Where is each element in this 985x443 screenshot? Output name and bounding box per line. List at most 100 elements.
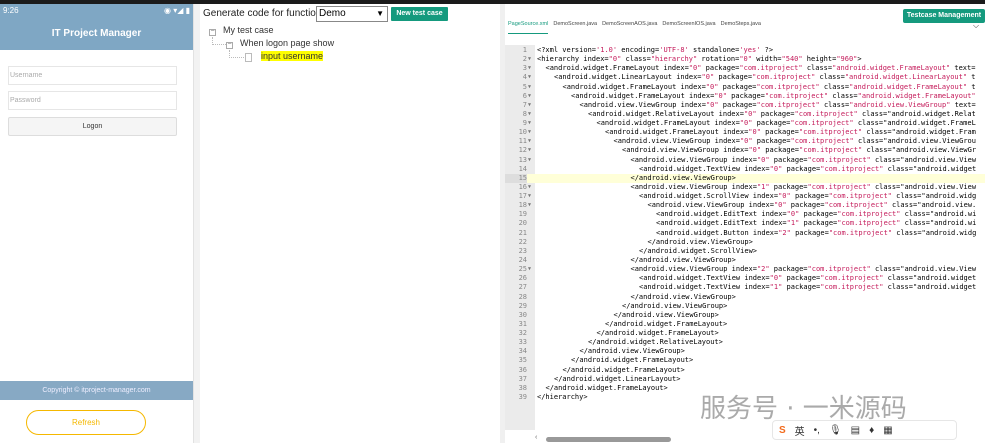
- code-line[interactable]: 31 </android.widget.FrameLayout>: [505, 320, 985, 329]
- apps-icon[interactable]: ▦: [883, 425, 892, 436]
- code-line[interactable]: 20 <android.widget.EditText index="1" pac…: [505, 219, 985, 228]
- refresh-button[interactable]: Refresh: [26, 410, 146, 435]
- collapse-icon[interactable]: −: [209, 28, 216, 36]
- fold-arrow-icon[interactable]: ▼: [528, 137, 531, 146]
- fold-arrow-icon[interactable]: ▼: [528, 119, 531, 128]
- code-line[interactable]: 14 <android.widget.TextView index="0" pac…: [505, 165, 985, 174]
- line-number: 12: [518, 146, 527, 155]
- line-number: 30: [518, 310, 527, 319]
- skin-icon[interactable]: ♦: [869, 425, 874, 436]
- status-time: 9:26: [3, 5, 19, 15]
- code-line[interactable]: 19 <android.widget.EditText index="0" pac…: [505, 210, 985, 219]
- code-line[interactable]: 16 ▼ <android.view.ViewGroup index="1" pac…: [505, 183, 985, 192]
- code-line[interactable]: 10 ▼ <android.widget.FrameLayout index="0"…: [505, 128, 985, 137]
- code-line[interactable]: 11 ▼ <android.view.ViewGroup index="0" pac…: [505, 137, 985, 146]
- code-line[interactable]: 27 <android.widget.TextView index="1" pac…: [505, 283, 985, 292]
- scrollbar-thumb[interactable]: [546, 437, 671, 442]
- code-line[interactable]: 7 ▼ <android.view.ViewGroup index="0" pack…: [505, 101, 985, 110]
- code-line[interactable]: 2 ▼ <hierarchy index="0" class="hierarchy"…: [505, 55, 985, 64]
- code-line[interactable]: 33 </android.widget.RelativeLayout>: [505, 338, 985, 347]
- panel-divider[interactable]: [193, 4, 200, 443]
- fold-arrow-icon[interactable]: ▼: [528, 73, 531, 82]
- code-line[interactable]: 1 <?xml version='1.0' encoding='UTF-8' st…: [505, 46, 985, 55]
- code-line[interactable]: 35 </android.widget.FrameLayout>: [505, 356, 985, 365]
- chevron-down-icon[interactable]: ⌵: [973, 21, 979, 31]
- tab-demoscreen-java[interactable]: DemoScreen.java: [553, 21, 597, 34]
- code-editor[interactable]: 1 <?xml version='1.0' encoding='UTF-8' st…: [505, 45, 985, 430]
- code-text: <android.widget.Button index="2" package…: [656, 228, 977, 237]
- code-text: <android.widget.TextView index="0" packa…: [639, 164, 977, 173]
- code-text: </android.widget.LinearLayout>: [554, 374, 681, 383]
- code-line[interactable]: 22 </android.view.ViewGroup>: [505, 238, 985, 247]
- line-number: 34: [518, 347, 527, 356]
- code-text: </android.widget.ScrollView>: [639, 246, 758, 255]
- password-input[interactable]: Password: [8, 91, 177, 110]
- file-icon: [245, 53, 252, 62]
- code-line[interactable]: 9 ▼ <android.widget.FrameLayout index="0" …: [505, 119, 985, 128]
- code-line[interactable]: 17 ▼ <android.widget.ScrollView index="0" …: [505, 192, 985, 201]
- fold-arrow-icon[interactable]: ▼: [528, 201, 531, 210]
- fold-arrow-icon[interactable]: ▼: [528, 146, 531, 155]
- collapse-icon[interactable]: −: [226, 41, 233, 49]
- fold-arrow-icon[interactable]: ▼: [528, 55, 531, 64]
- code-line[interactable]: 24 </android.view.ViewGroup>: [505, 256, 985, 265]
- code-line[interactable]: 28 </android.view.ViewGroup>: [505, 293, 985, 302]
- microphone-icon[interactable]: 🎙: [829, 425, 842, 436]
- code-text: <android.view.ViewGroup index="1" packag…: [630, 182, 977, 191]
- function-select[interactable]: Demo ▼: [316, 6, 388, 22]
- code-text: <android.widget.RelativeLayout index="0"…: [588, 109, 976, 118]
- code-line[interactable]: 36 </android.widget.FrameLayout>: [505, 366, 985, 375]
- punctuation-icon[interactable]: •,: [814, 425, 820, 436]
- code-line[interactable]: 30 </android.view.ViewGroup>: [505, 311, 985, 320]
- tab-pagesource-xml[interactable]: PageSource.xml: [508, 21, 549, 34]
- code-line[interactable]: 29 </android.view.ViewGroup>: [505, 302, 985, 311]
- code-text: <android.view.ViewGroup index="0" packag…: [630, 155, 977, 164]
- fold-arrow-icon[interactable]: ▼: [528, 83, 531, 92]
- code-line[interactable]: 34 </android.view.ViewGroup>: [505, 347, 985, 356]
- sogou-icon[interactable]: S: [779, 425, 786, 436]
- fold-arrow-icon[interactable]: ▼: [528, 101, 531, 110]
- keyboard-icon[interactable]: ▤: [851, 425, 860, 436]
- code-line[interactable]: 3 ▼ <android.widget.FrameLayout index="0" …: [505, 64, 985, 73]
- fold-arrow-icon[interactable]: ▼: [528, 64, 531, 73]
- new-test-case-button[interactable]: New test case: [391, 7, 448, 21]
- code-line[interactable]: 6 ▼ <android.widget.FrameLayout index="0" …: [505, 92, 985, 101]
- code-line[interactable]: 13 ▼ <android.view.ViewGroup index="0" pac…: [505, 156, 985, 165]
- username-input[interactable]: Username: [8, 66, 177, 85]
- tree-node-scenario[interactable]: When logon page show: [240, 38, 334, 48]
- code-line[interactable]: 4 ▼ <android.widget.LinearLayout index="0"…: [505, 73, 985, 82]
- fold-arrow-icon[interactable]: ▼: [528, 110, 531, 119]
- tree-node-test-case[interactable]: My test case: [223, 25, 274, 35]
- fold-arrow-icon[interactable]: ▼: [528, 265, 531, 274]
- code-line[interactable]: 21 <android.widget.Button index="2" packa…: [505, 229, 985, 238]
- code-line[interactable]: 15 </android.view.ViewGroup>: [505, 173, 985, 183]
- tree-node-step[interactable]: input username: [261, 51, 324, 61]
- tab-demoscreenaos-java[interactable]: DemoScreenAOS.java: [602, 21, 657, 34]
- line-number: 33: [518, 338, 527, 347]
- code-line[interactable]: 26 <android.widget.TextView index="0" pac…: [505, 274, 985, 283]
- code-line[interactable]: 32 </android.widget.FrameLayout>: [505, 329, 985, 338]
- fold-arrow-icon[interactable]: ▼: [528, 156, 531, 165]
- fold-arrow-icon[interactable]: ▼: [528, 128, 531, 137]
- line-number: 19: [518, 210, 527, 219]
- code-text: </android.view.ViewGroup>: [630, 173, 736, 182]
- code-line[interactable]: 23 </android.widget.ScrollView>: [505, 247, 985, 256]
- code-text: </android.widget.FrameLayout>: [571, 356, 694, 365]
- tab-demosteps-java[interactable]: DemoSteps.java: [721, 21, 761, 34]
- ime-language[interactable]: 英: [795, 423, 805, 438]
- line-number: 32: [518, 329, 527, 338]
- code-panel: PageSource.xml DemoScreen.java DemoScreenA…: [500, 4, 985, 443]
- code-text: <android.widget.LinearLayout index="0" p…: [554, 73, 976, 82]
- logon-button[interactable]: Logon: [8, 117, 177, 136]
- code-line[interactable]: 25 ▼ <android.view.ViewGroup index="2" pac…: [505, 265, 985, 274]
- function-selected: Demo: [319, 8, 346, 19]
- fold-arrow-icon[interactable]: ▼: [528, 192, 531, 201]
- tab-demoscreenios-java[interactable]: DemoScreenIOS.java: [662, 21, 715, 34]
- code-line[interactable]: 12 ▼ <android.view.ViewGroup index="0" pac…: [505, 146, 985, 155]
- code-line[interactable]: 8 ▼ <android.widget.RelativeLayout index="…: [505, 110, 985, 119]
- fold-arrow-icon[interactable]: ▼: [528, 92, 531, 101]
- code-line[interactable]: 37 </android.widget.LinearLayout>: [505, 375, 985, 384]
- fold-arrow-icon[interactable]: ▼: [528, 183, 531, 192]
- code-line[interactable]: 5 ▼ <android.widget.FrameLayout index="0" …: [505, 83, 985, 92]
- code-line[interactable]: 18 ▼ <android.view.ViewGroup index="0" pac…: [505, 201, 985, 210]
